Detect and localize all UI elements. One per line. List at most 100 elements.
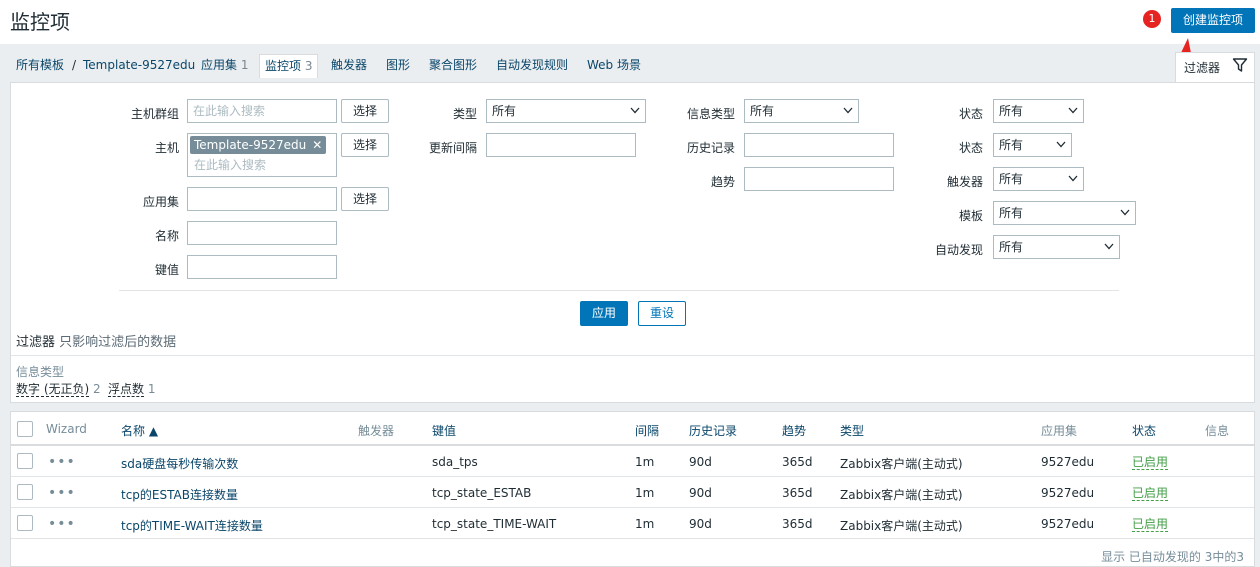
item-history: 90d xyxy=(689,455,712,469)
annotation-badge: 1 xyxy=(1143,10,1161,28)
key-label: 键值 xyxy=(154,263,179,277)
header-wizard: Wizard xyxy=(46,422,87,436)
application-label: 应用集 xyxy=(142,195,179,209)
header-trends-sort[interactable]: 趋势 xyxy=(782,422,806,439)
chevron-down-icon xyxy=(630,107,640,114)
tab-triggers[interactable]: 触发器 xyxy=(331,52,367,78)
item-name-link[interactable]: sda硬盘每秒传输次数 xyxy=(121,455,238,472)
tab-graphs[interactable]: 图形 xyxy=(386,52,410,78)
state-select[interactable]: 所有 xyxy=(993,99,1084,123)
reset-button[interactable]: 重设 xyxy=(638,301,686,326)
subfilter-divider xyxy=(11,355,1254,356)
name-input[interactable] xyxy=(187,221,337,245)
breadcrumb-all-templates[interactable]: 所有模板 xyxy=(16,52,64,78)
host-select-button[interactable]: 选择 xyxy=(341,133,389,157)
filter-note: 过滤器 只影响过滤后的数据 xyxy=(16,331,176,350)
host-chip-label: Template-9527edu xyxy=(194,138,307,152)
key-input[interactable] xyxy=(187,255,337,279)
table-header-divider xyxy=(11,444,1254,446)
filter-panel: 主机群组 在此输入搜索 选择 主机 Template-9527edu ✕ 在此输入… xyxy=(10,82,1255,403)
status-label: 状态 xyxy=(958,141,983,155)
header-status-sort[interactable]: 状态 xyxy=(1132,422,1156,439)
host-group-select-button[interactable]: 选择 xyxy=(341,99,389,123)
item-name-link[interactable]: tcp的TIME-WAIT连接数量 xyxy=(121,517,263,534)
status-value: 所有 xyxy=(999,138,1024,152)
triggers-select[interactable]: 所有 xyxy=(993,167,1084,191)
navigation-tabs: 所有模板 / Template-9527edu 应用集 1 监控项 3 触发器 … xyxy=(10,52,1170,78)
filter-toggle-tab[interactable]: 过滤器 xyxy=(1175,52,1255,82)
tab-screens[interactable]: 聚合图形 xyxy=(429,52,477,78)
header-applications: 应用集 xyxy=(1041,424,1078,438)
row-checkbox[interactable] xyxy=(17,515,33,531)
apply-button[interactable]: 应用 xyxy=(580,301,628,326)
info-type-label: 信息类型 xyxy=(686,107,735,121)
header-info: 信息 xyxy=(1205,424,1230,438)
tab-web-scenarios[interactable]: Web 场景 xyxy=(587,52,641,78)
item-application: 9527edu xyxy=(1041,455,1095,469)
discovery-label: 自动发现 xyxy=(934,243,983,257)
breadcrumb-template[interactable]: Template-9527edu xyxy=(83,52,195,78)
update-interval-input[interactable] xyxy=(486,133,636,157)
subfilter-numeric[interactable]: 数字 (无正负) 2 xyxy=(16,380,101,397)
filter-tab-label: 过滤器 xyxy=(1184,61,1221,75)
header-key-sort[interactable]: 键值 xyxy=(432,422,456,439)
application-input[interactable] xyxy=(187,187,337,211)
wizard-menu-icon[interactable]: ••• xyxy=(48,454,76,470)
subfilter-numeric-label: 数字 (无正负) xyxy=(16,382,90,397)
subfilter-title: 信息类型 xyxy=(16,365,65,379)
item-status-toggle[interactable]: 已启用 xyxy=(1132,517,1169,532)
trends-input[interactable] xyxy=(744,167,894,191)
item-application: 9527edu xyxy=(1041,517,1095,531)
item-trends: 365d xyxy=(782,455,813,469)
chevron-down-icon xyxy=(1104,243,1114,250)
header-type-sort[interactable]: 类型 xyxy=(840,422,864,439)
item-status-toggle[interactable]: 已启用 xyxy=(1132,455,1169,470)
state-label: 状态 xyxy=(958,107,983,121)
header-triggers: 触发器 xyxy=(358,424,395,438)
item-name-link[interactable]: tcp的ESTAB连接数量 xyxy=(121,486,238,503)
chevron-down-icon xyxy=(1068,175,1078,182)
info-type-select[interactable]: 所有 xyxy=(744,99,859,123)
header-history-sort[interactable]: 历史记录 xyxy=(689,422,737,439)
host-multiselect[interactable]: Template-9527edu ✕ 在此输入搜索 xyxy=(187,133,337,177)
template-label: 模板 xyxy=(958,209,983,223)
row-checkbox[interactable] xyxy=(17,484,33,500)
discovery-value: 所有 xyxy=(999,240,1024,254)
items-table: Wizard 名称 ▲ 触发器 键值 间隔 历史记录 趋势 类型 应用集 状态 … xyxy=(10,411,1255,567)
header-name-sort[interactable]: 名称 ▲ xyxy=(121,422,158,439)
row-divider xyxy=(11,507,1254,508)
host-group-input[interactable]: 在此输入搜索 xyxy=(187,99,337,123)
status-select[interactable]: 所有 xyxy=(993,133,1072,157)
header-interval-sort[interactable]: 间隔 xyxy=(635,422,659,439)
item-interval: 1m xyxy=(635,517,655,531)
application-select-button[interactable]: 选择 xyxy=(341,187,389,211)
subfilter-float-count: 1 xyxy=(147,382,156,396)
type-select[interactable]: 所有 xyxy=(486,99,646,123)
host-label: 主机 xyxy=(154,141,179,155)
wizard-menu-icon[interactable]: ••• xyxy=(48,485,76,501)
create-item-button[interactable]: 创建监控项 xyxy=(1171,8,1255,33)
remove-chip-icon[interactable]: ✕ xyxy=(312,138,322,152)
triggers-label: 触发器 xyxy=(946,175,983,189)
chevron-down-icon xyxy=(1120,209,1130,216)
wizard-menu-icon[interactable]: ••• xyxy=(48,516,76,532)
item-status-toggle[interactable]: 已启用 xyxy=(1132,486,1169,501)
filter-note-strong: 过滤器 xyxy=(16,335,56,350)
tab-items[interactable]: 监控项 3 xyxy=(259,54,319,78)
history-input[interactable] xyxy=(744,133,894,157)
tab-applications[interactable]: 应用集 1 xyxy=(201,52,248,78)
row-divider xyxy=(11,538,1254,539)
template-select[interactable]: 所有 xyxy=(993,201,1136,225)
update-interval-label: 更新间隔 xyxy=(428,141,477,155)
template-value: 所有 xyxy=(999,206,1024,220)
item-application: 9527edu xyxy=(1041,486,1095,500)
filter-divider xyxy=(119,290,1119,291)
subfilter-float[interactable]: 浮点数 1 xyxy=(108,380,155,397)
row-checkbox[interactable] xyxy=(17,453,33,469)
subfilter-float-label: 浮点数 xyxy=(108,382,145,397)
host-group-placeholder: 在此输入搜索 xyxy=(193,104,266,118)
discovery-select[interactable]: 所有 xyxy=(993,235,1120,259)
tab-discovery-rules[interactable]: 自动发现规则 xyxy=(496,52,568,78)
select-all-checkbox[interactable] xyxy=(17,421,33,437)
chevron-down-icon xyxy=(1056,141,1066,148)
